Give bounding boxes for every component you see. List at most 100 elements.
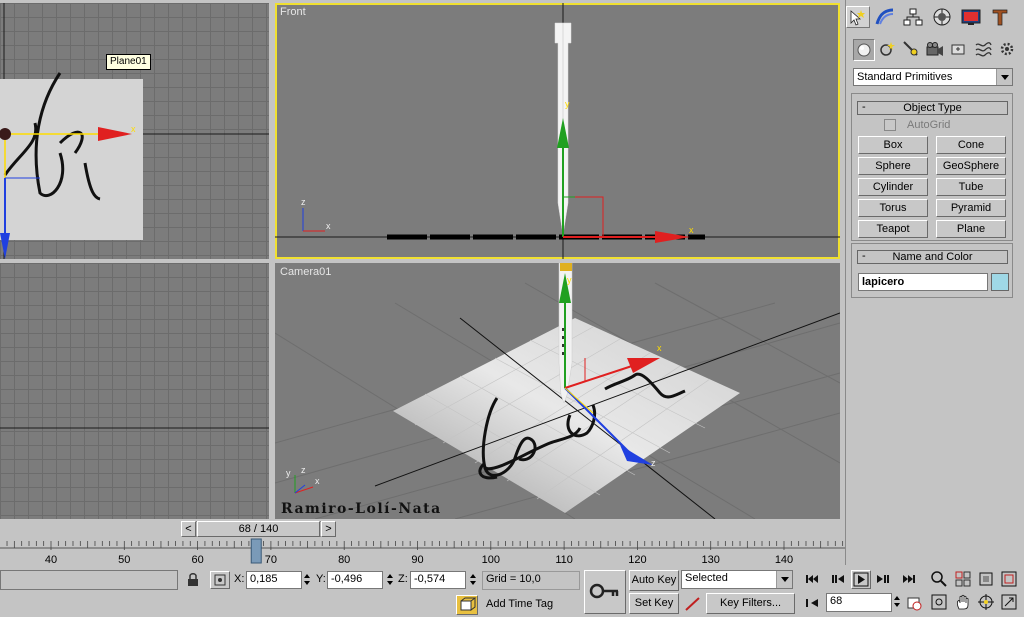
camera-scene: x y z y x z (275, 263, 840, 519)
cameras-subtab-icon[interactable] (925, 39, 947, 61)
y-label: Y: (316, 573, 326, 585)
torus-button[interactable]: Torus (858, 199, 928, 217)
object-color-swatch[interactable] (991, 273, 1009, 291)
utilities-tab-icon[interactable] (988, 6, 1012, 28)
zoom-extents-icon[interactable] (977, 570, 995, 588)
ruler-label: 140 (775, 554, 793, 566)
display-tab-icon[interactable] (959, 6, 983, 28)
cone-button[interactable]: Cone (936, 136, 1006, 154)
x-coordinate-value: 0,185 (250, 573, 278, 585)
plane-button[interactable]: Plane (936, 220, 1006, 238)
next-frame-icon[interactable] (874, 570, 892, 588)
previous-frame-icon[interactable] (829, 570, 847, 588)
grid-readout-text: Grid = 10,0 (486, 573, 541, 585)
viewport-front[interactable]: Front x y z x (275, 3, 840, 259)
chevron-down-icon[interactable] (776, 571, 792, 588)
y-coordinate-field[interactable]: -0,496 (327, 571, 383, 589)
key-tangent-icon[interactable] (683, 595, 703, 613)
systems-subtab-icon[interactable] (997, 39, 1019, 61)
track-bar[interactable]: 40 50 60 70 80 90 100 110 120 130 140 (0, 538, 845, 566)
key-filters-button[interactable]: Key Filters... (706, 593, 795, 614)
sphere-button[interactable]: Sphere (858, 157, 928, 175)
go-to-start-icon[interactable] (803, 570, 821, 588)
field-of-view-icon[interactable] (930, 593, 948, 611)
time-slider-thumb[interactable]: 68 / 140 (197, 521, 320, 537)
key-mode-toggle-icon[interactable] (803, 594, 821, 612)
front-axis-y-letter: y (565, 99, 570, 109)
viewport-top-left[interactable]: x Plane01 (0, 3, 269, 259)
z-label: Z: (398, 573, 408, 585)
go-to-end-icon[interactable] (900, 570, 918, 588)
y-spinner[interactable] (386, 572, 394, 588)
absolute-mode-toggle-icon[interactable] (210, 571, 230, 589)
time-next-button[interactable]: > (321, 521, 336, 537)
name-color-rollout-header[interactable]: - Name and Color (857, 250, 1008, 264)
x-coordinate-field[interactable]: 0,185 (246, 571, 302, 589)
z-coordinate-field[interactable]: -0,574 (410, 571, 466, 589)
box-button[interactable]: Box (858, 136, 928, 154)
key-mode-dropdown[interactable]: Selected (681, 570, 793, 589)
current-frame-value: 68 (830, 595, 843, 607)
lock-icon[interactable] (186, 572, 200, 588)
modify-tab-icon[interactable] (873, 6, 897, 28)
camera-axis-y-letter: y (567, 275, 572, 285)
camera-triad-y-letter: y (286, 468, 291, 478)
viewport-camera[interactable]: Camera01 x y z y x z Ramiro-Lolí-Nata (275, 263, 840, 519)
spacewarps-subtab-icon[interactable] (973, 39, 995, 61)
geometry-subtab-icon[interactable] (853, 39, 875, 61)
watermark-text: Ramiro-Lolí-Nata (281, 501, 442, 517)
z-spinner[interactable] (469, 572, 477, 588)
lights-subtab-icon[interactable] (901, 39, 923, 61)
zoom-all-icon[interactable] (954, 570, 972, 588)
bottom-left-scene (0, 427, 269, 429)
add-time-tag-label[interactable]: Add Time Tag (486, 598, 553, 610)
hierarchy-tab-icon[interactable] (901, 6, 925, 28)
geosphere-button[interactable]: GeoSphere (936, 157, 1006, 175)
category-dropdown-value: Standard Primitives (857, 71, 953, 83)
orbit-icon[interactable] (977, 593, 995, 611)
ruler-label: 70 (265, 554, 277, 566)
time-configuration-icon[interactable] (905, 594, 923, 612)
x-spinner[interactable] (303, 572, 311, 588)
front-triad-z-letter: z (301, 197, 306, 207)
pan-hand-icon[interactable] (954, 593, 972, 611)
grid-readout: Grid = 10,0 (482, 571, 580, 590)
maximize-viewport-icon[interactable] (1000, 593, 1018, 611)
add-time-tag-icon[interactable] (456, 595, 478, 615)
time-prev-button[interactable]: < (181, 521, 196, 537)
play-icon[interactable] (851, 570, 871, 589)
viewport-bottom-left[interactable] (0, 263, 269, 519)
tube-button[interactable]: Tube (936, 178, 1006, 196)
time-slider-label: 68 / 140 (238, 523, 279, 535)
object-type-rollout-header[interactable]: - Object Type (857, 101, 1008, 115)
camera-triad-z-letter: z (301, 465, 306, 475)
shapes-subtab-icon[interactable] (877, 39, 899, 61)
object-type-collapse-symbol: - (862, 101, 866, 113)
auto-key-button[interactable]: Auto Key (629, 570, 679, 591)
chevron-down-icon[interactable] (996, 69, 1012, 85)
current-frame-field[interactable]: 68 (826, 593, 892, 612)
z-coordinate-value: -0,574 (414, 573, 446, 585)
category-dropdown[interactable]: Standard Primitives (853, 68, 1013, 86)
set-key-button[interactable]: Set Key (629, 593, 679, 614)
tl-axis-x-letter: x (131, 124, 136, 134)
motion-tab-icon[interactable] (930, 6, 954, 28)
front-axis-x-letter: x (689, 225, 694, 235)
frame-spinner[interactable] (893, 594, 901, 610)
cylinder-button[interactable]: Cylinder (858, 178, 928, 196)
create-tab-icon[interactable] (846, 6, 870, 28)
set-key-big-button[interactable] (584, 570, 626, 614)
helpers-subtab-icon[interactable] (949, 39, 971, 61)
autogrid-label: AutoGrid (907, 119, 951, 131)
zoom-extents-all-icon[interactable] (1000, 570, 1018, 588)
zoom-icon[interactable] (930, 570, 948, 588)
front-triad-x-letter: x (326, 221, 331, 231)
camera-triad-x-letter: x (315, 476, 320, 486)
ruler-label: 100 (482, 554, 500, 566)
object-name-input[interactable]: lapicero (858, 273, 988, 291)
ruler-label: 50 (118, 554, 130, 566)
ruler-label: 40 (45, 554, 57, 566)
pyramid-button[interactable]: Pyramid (936, 199, 1006, 217)
teapot-button[interactable]: Teapot (858, 220, 928, 238)
autogrid-checkbox[interactable] (884, 119, 896, 131)
